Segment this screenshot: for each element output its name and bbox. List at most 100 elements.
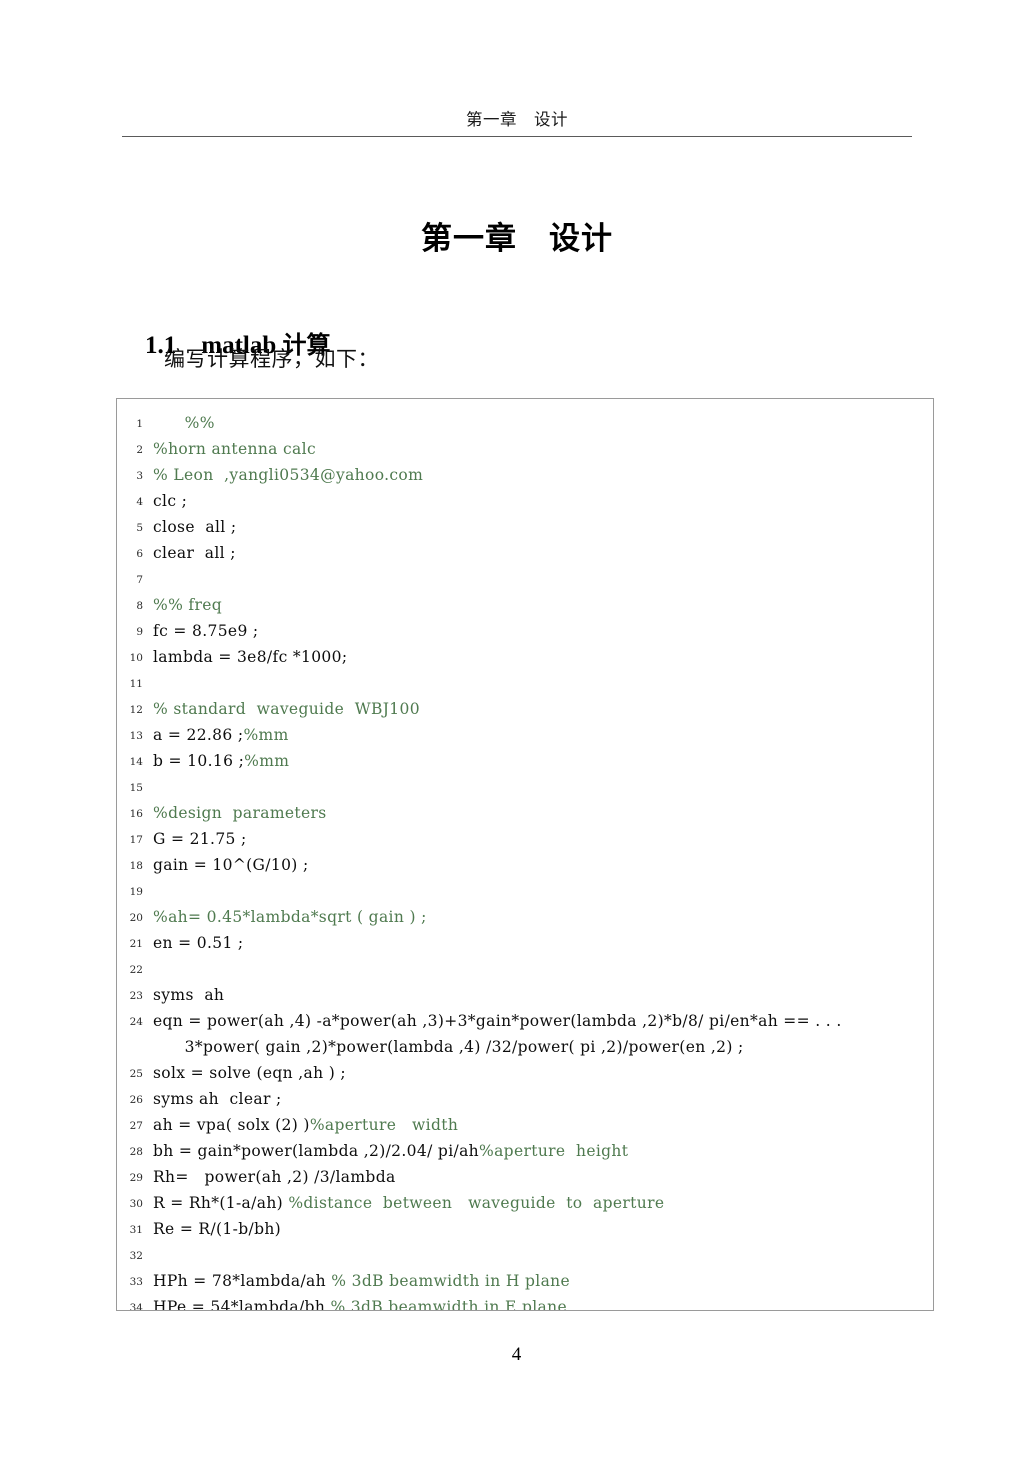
- code-line-number: 13: [129, 730, 143, 742]
- code-line-number: 17: [129, 834, 143, 846]
- code-comment: %aperture height: [479, 1142, 629, 1160]
- code-line-continuation: 3*power( gain ,2)*power(lambda ,4) /32/p…: [117, 1034, 933, 1060]
- code-line: 2 %horn antenna calc: [117, 436, 933, 462]
- code-token: Rh= power(ah ,2) /3/lambda: [153, 1168, 396, 1186]
- code-line-number: 20: [129, 912, 143, 924]
- body-paragraph: 编写计算程序，如下：: [164, 347, 379, 371]
- code-token: syms ah: [153, 986, 225, 1004]
- code-line: 30 R = Rh*(1-a/ah) %distance between wave…: [117, 1190, 933, 1216]
- code-line: 16 %design parameters: [117, 800, 933, 826]
- code-token: close all ;: [153, 518, 237, 536]
- code-line-number: 10: [129, 652, 143, 664]
- code-line: 7: [117, 566, 933, 592]
- code-line-number: 3: [136, 470, 143, 482]
- page-title: 第一章 设计: [421, 220, 613, 257]
- code-token: eqn = power(ah ,4) -a*power(ah ,3)+3*gai…: [153, 1012, 842, 1030]
- code-line: 24 eqn = power(ah ,4) -a*power(ah ,3)+3*g…: [117, 1008, 933, 1034]
- code-line-number: 30: [129, 1198, 143, 1210]
- code-line-number: 18: [129, 860, 143, 872]
- code-line: 10 lambda = 3e8/fc *1000;: [117, 644, 933, 670]
- code-token: G = 21.75 ;: [153, 830, 247, 848]
- code-token: 3*power( gain ,2)*power(lambda ,4) /32/p…: [153, 1038, 744, 1056]
- code-line: 9 fc = 8.75e9 ;: [117, 618, 933, 644]
- code-comment: % 3dB beamwidth in E plane: [330, 1298, 567, 1311]
- code-token: HPh = 78*lambda/ah: [153, 1272, 332, 1290]
- code-token: a = 22.86 ;: [153, 726, 244, 744]
- code-comment: %% freq: [153, 596, 223, 614]
- code-line-number: 26: [129, 1094, 143, 1106]
- code-comment: % Leon ,yangli0534@yahoo.com: [153, 466, 424, 484]
- code-token: HPe = 54*lambda/bh: [153, 1298, 331, 1311]
- code-token: syms ah clear ;: [153, 1090, 282, 1108]
- code-line-number: 14: [129, 756, 143, 768]
- code-listing: 1 %% 2 %horn antenna calc 3 % Leon ,yangli05…: [117, 399, 933, 1311]
- code-line-number: 29: [129, 1172, 143, 1184]
- code-comment: %%: [153, 414, 215, 432]
- code-line: 13 a = 22.86 ;%mm: [117, 722, 933, 748]
- code-line: 3 % Leon ,yangli0534@yahoo.com: [117, 462, 933, 488]
- code-comment: %mm: [243, 726, 289, 744]
- code-line-number: 5: [136, 522, 143, 534]
- code-token: clc ;: [153, 492, 188, 510]
- code-line-number: 32: [129, 1250, 143, 1262]
- code-line: 23 syms ah: [117, 982, 933, 1008]
- code-line-number: 28: [129, 1146, 143, 1158]
- code-comment: %design parameters: [153, 804, 327, 822]
- code-line: 19: [117, 878, 933, 904]
- code-line: 26 syms ah clear ;: [117, 1086, 933, 1112]
- code-line: 32: [117, 1242, 933, 1268]
- code-line-number: 6: [136, 548, 143, 560]
- code-line: 1 %%: [117, 410, 933, 436]
- code-token: fc = 8.75e9 ;: [153, 622, 259, 640]
- code-line-number: 2: [136, 444, 143, 456]
- code-line: 31 Re = R/(1-b/bh): [117, 1216, 933, 1242]
- code-line: 21 en = 0.51 ;: [117, 930, 933, 956]
- code-line: 18 gain = 10^(G/10) ;: [117, 852, 933, 878]
- code-line-number: 16: [129, 808, 143, 820]
- code-line: 5 close all ;: [117, 514, 933, 540]
- code-line: 4 clc ;: [117, 488, 933, 514]
- code-line-number: 34: [129, 1302, 143, 1311]
- code-token: R = Rh*(1-a/ah): [153, 1194, 289, 1212]
- header-rule: [122, 136, 912, 137]
- code-line: 20 %ah= 0.45*lambda*sqrt ( gain ) ;: [117, 904, 933, 930]
- code-token: gain = 10^(G/10) ;: [153, 856, 309, 874]
- code-line-number: 22: [129, 964, 143, 976]
- code-line-number: 9: [136, 626, 143, 638]
- code-token: bh = gain*power(lambda ,2)/2.04/ pi/ah: [153, 1142, 480, 1160]
- code-line-number: 19: [129, 886, 143, 898]
- code-line-number: 23: [129, 990, 143, 1002]
- code-comment: %aperture width: [309, 1116, 459, 1134]
- code-comment: %ah= 0.45*lambda*sqrt ( gain ) ;: [153, 908, 427, 926]
- code-line: 34 HPe = 54*lambda/bh % 3dB beamwidth in …: [117, 1294, 933, 1311]
- code-line: 27 ah = vpa( solx (2) )%aperture width: [117, 1112, 933, 1138]
- code-line: 14 b = 10.16 ;%mm: [117, 748, 933, 774]
- running-header: 第一章 设计: [466, 110, 568, 129]
- code-line-number: 12: [129, 704, 143, 716]
- code-line-number: 21: [129, 938, 143, 950]
- code-line-number: 11: [129, 678, 143, 690]
- code-line: 8 %% freq: [117, 592, 933, 618]
- code-token: ah = vpa( solx (2) ): [153, 1116, 310, 1134]
- code-line: 15: [117, 774, 933, 800]
- code-line-number: 15: [129, 782, 143, 794]
- code-line: 22: [117, 956, 933, 982]
- code-line: 28 bh = gain*power(lambda ,2)/2.04/ pi/ah…: [117, 1138, 933, 1164]
- code-line: 17 G = 21.75 ;: [117, 826, 933, 852]
- code-line: 33 HPh = 78*lambda/ah % 3dB beamwidth in …: [117, 1268, 933, 1294]
- code-line-number: 4: [136, 496, 143, 508]
- code-line-number: 31: [129, 1224, 143, 1236]
- page-number: 4: [511, 1344, 522, 1365]
- code-line-number: 33: [129, 1276, 143, 1288]
- code-line-number: 8: [136, 600, 143, 612]
- code-comment: %mm: [244, 752, 290, 770]
- code-listing-frame: 1 %% 2 %horn antenna calc 3 % Leon ,yangli05…: [116, 398, 934, 1311]
- code-comment: % 3dB beamwidth in H plane: [331, 1272, 571, 1290]
- code-line-number: 24: [129, 1016, 143, 1028]
- code-token: lambda = 3e8/fc *1000;: [153, 648, 348, 666]
- code-token: en = 0.51 ;: [153, 934, 244, 952]
- code-line: 11: [117, 670, 933, 696]
- code-line-number: 25: [129, 1068, 143, 1080]
- code-token: clear all ;: [153, 544, 236, 562]
- code-token: b = 10.16 ;: [153, 752, 245, 770]
